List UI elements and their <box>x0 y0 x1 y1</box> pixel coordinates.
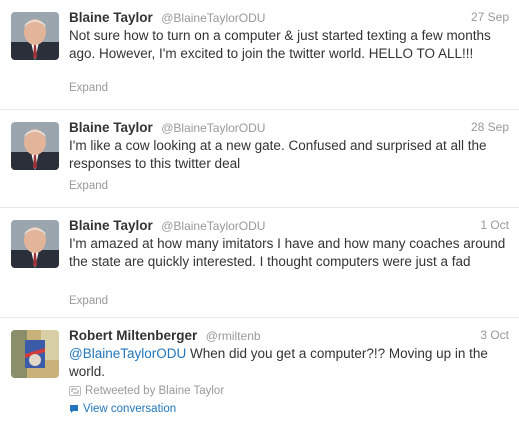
tweet-date[interactable]: 1 Oct <box>480 218 509 232</box>
tweet-text: I'm amazed at how many imitators I have … <box>69 236 506 269</box>
author-handle[interactable]: @BlaineTaylorODU <box>161 11 265 25</box>
speech-bubble-icon <box>69 404 79 414</box>
author-handle[interactable]: @rmiltenb <box>206 329 261 343</box>
tweet[interactable]: Blaine Taylor @BlaineTaylorODU 27 Sep No… <box>0 0 519 110</box>
author-handle[interactable]: @BlaineTaylorODU <box>161 121 265 135</box>
tweet[interactable]: Robert Miltenberger @rmiltenb 3 Oct @Bla… <box>0 318 519 427</box>
tweet-date[interactable]: 28 Sep <box>471 120 509 134</box>
author-name[interactable]: Blaine Taylor <box>69 120 153 135</box>
author-name[interactable]: Robert Miltenberger <box>69 328 197 343</box>
tweet-text: @BlaineTaylorODU When did you get a comp… <box>69 345 511 381</box>
mention-link[interactable]: @BlaineTaylorODU <box>69 346 186 361</box>
tweet-date[interactable]: 27 Sep <box>471 10 509 24</box>
author-name[interactable]: Blaine Taylor <box>69 10 153 25</box>
expand-link[interactable]: Expand <box>69 180 108 192</box>
view-conversation-link[interactable]: View conversation <box>69 403 176 415</box>
tweet-header: Blaine Taylor @BlaineTaylorODU 1 Oct <box>69 217 509 235</box>
view-conversation-label[interactable]: View conversation <box>83 403 176 415</box>
avatar[interactable] <box>11 122 59 170</box>
tweet-header: Blaine Taylor @BlaineTaylorODU 27 Sep <box>69 9 509 27</box>
avatar[interactable] <box>11 330 59 378</box>
retweet-icon <box>69 386 81 396</box>
tweet[interactable]: Blaine Taylor @BlaineTaylorODU 28 Sep I'… <box>0 110 519 208</box>
tweet-header: Blaine Taylor @BlaineTaylorODU 28 Sep <box>69 119 509 137</box>
tweet-header: Robert Miltenberger @rmiltenb 3 Oct <box>69 327 509 345</box>
author-name[interactable]: Blaine Taylor <box>69 218 153 233</box>
tweet-feed: Blaine Taylor @BlaineTaylorODU 27 Sep No… <box>0 0 519 427</box>
avatar[interactable] <box>11 12 59 60</box>
expand-link[interactable]: Expand <box>69 82 108 94</box>
retweeted-label[interactable]: Retweeted by Blaine Taylor <box>85 385 224 397</box>
avatar[interactable] <box>11 220 59 268</box>
retweeted-by[interactable]: Retweeted by Blaine Taylor <box>69 385 224 397</box>
expand-link[interactable]: Expand <box>69 295 108 307</box>
tweet[interactable]: Blaine Taylor @BlaineTaylorODU 1 Oct I'm… <box>0 208 519 318</box>
tweet-text: Not sure how to turn on a computer & jus… <box>69 28 491 61</box>
author-handle[interactable]: @BlaineTaylorODU <box>161 219 265 233</box>
tweet-text: I'm like a cow looking at a new gate. Co… <box>69 138 487 171</box>
tweet-date[interactable]: 3 Oct <box>480 328 509 342</box>
